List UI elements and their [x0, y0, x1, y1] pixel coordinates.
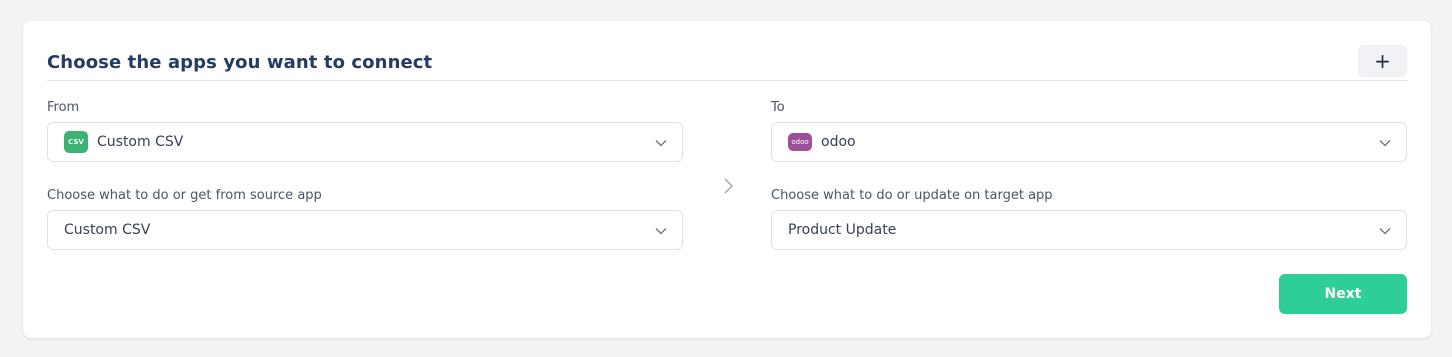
- to-action-label: Choose what to do or update on target ap…: [771, 188, 1053, 203]
- chevron-down-icon: [655, 140, 667, 147]
- to-action-value: Product Update: [788, 222, 897, 238]
- page-title: Choose the apps you want to connect: [47, 52, 433, 73]
- to-action-select[interactable]: Product Update: [771, 210, 1407, 250]
- chevron-down-icon: [655, 228, 667, 235]
- to-app-select[interactable]: odoo odoo: [771, 122, 1407, 162]
- from-label: From: [47, 100, 80, 115]
- header-divider: [47, 80, 1408, 81]
- next-button[interactable]: Next: [1279, 274, 1407, 314]
- plus-icon: +: [1374, 49, 1391, 73]
- from-action-select[interactable]: Custom CSV: [47, 210, 683, 250]
- from-action-value: Custom CSV: [64, 222, 151, 238]
- chevron-down-icon: [1379, 228, 1391, 235]
- to-label: To: [771, 100, 785, 115]
- csv-app-icon: CSV: [64, 131, 88, 153]
- chevron-right-icon: [724, 178, 733, 194]
- from-app-value: Custom CSV: [97, 134, 184, 150]
- from-app-select[interactable]: CSV Custom CSV: [47, 122, 683, 162]
- to-app-value: odoo: [821, 134, 856, 150]
- odoo-app-icon: odoo: [788, 133, 812, 151]
- from-action-label: Choose what to do or get from source app: [47, 188, 322, 203]
- chevron-down-icon: [1379, 140, 1391, 147]
- add-button[interactable]: +: [1358, 45, 1407, 77]
- connect-apps-card: Choose the apps you want to connect + Fr…: [23, 21, 1431, 338]
